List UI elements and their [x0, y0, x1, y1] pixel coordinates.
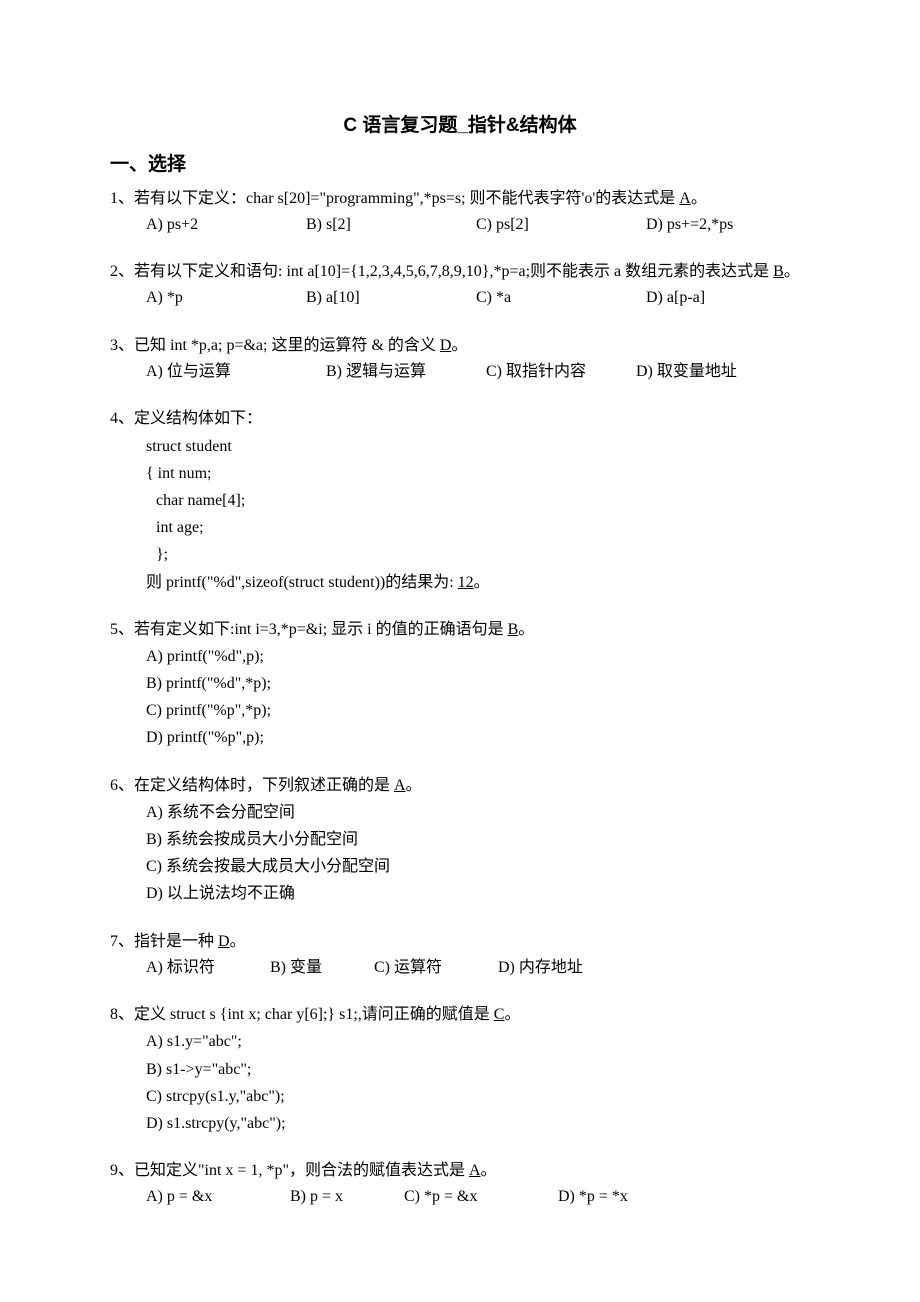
q5-opt-a: A) printf("%d",p);	[146, 643, 810, 670]
question-8: 8、定义 struct s {int x; char y[6];} s1;,请问…	[110, 1001, 810, 1137]
q5-post: 。	[518, 621, 534, 638]
q3-options: A) 位与运算 B) 逻辑与运算 C) 取指针内容 D) 取变量地址	[110, 359, 810, 385]
q1-opt-a: A) ps+2	[146, 212, 306, 238]
q4-c4: int age;	[146, 514, 810, 541]
q7-prompt: 7、指针是一种	[110, 933, 218, 950]
q4-c2: { int num;	[146, 460, 810, 487]
q4-result-post: 。	[474, 574, 490, 591]
q4-answer: 12	[458, 574, 474, 591]
question-7: 7、指针是一种 D。 A) 标识符 B) 变量 C) 运算符 D) 内存地址	[110, 928, 810, 982]
q7-post: 。	[230, 933, 246, 950]
q2-post: 。	[784, 263, 800, 280]
q5-options: A) printf("%d",p); B) printf("%d",*p); C…	[110, 643, 810, 752]
q4-c3: char name[4];	[146, 487, 810, 514]
q7-opt-b: B) 变量	[270, 955, 370, 981]
question-9: 9、已知定义"int x = 1, *p"，则合法的赋值表达式是 A。 A) p…	[110, 1157, 810, 1211]
q1-opt-d: D) ps+=2,*ps	[646, 212, 733, 238]
q6-options: A) 系统不会分配空间 B) 系统会按成员大小分配空间 C) 系统会按最大成员大…	[110, 799, 810, 908]
q5-opt-b: B) printf("%d",*p);	[146, 670, 810, 697]
q6-opt-d: D) 以上说法均不正确	[146, 880, 810, 907]
q4-result-pre: 则 printf("%d",sizeof(struct student))的结果…	[146, 574, 458, 591]
q9-answer: A	[469, 1162, 481, 1179]
q2-opt-d: D) a[p-a]	[646, 285, 705, 311]
question-2: 2、若有以下定义和语句: int a[10]={1,2,3,4,5,6,7,8,…	[110, 258, 810, 312]
q1-options: A) ps+2 B) s[2] C) ps[2] D) ps+=2,*ps	[110, 212, 810, 238]
q1-opt-c: C) ps[2]	[476, 212, 646, 238]
q9-opt-b: B) p = x	[290, 1184, 400, 1210]
question-1: 1、若有以下定义：char s[20]="programming",*ps=s;…	[110, 185, 810, 239]
q3-opt-b: B) 逻辑与运算	[326, 359, 486, 385]
q6-opt-b: B) 系统会按成员大小分配空间	[146, 826, 810, 853]
q1-prompt: 1、若有以下定义：char s[20]="programming",*ps=s;…	[110, 190, 679, 207]
q1-answer: A	[679, 190, 691, 207]
q8-opt-b: B) s1->y="abc";	[146, 1056, 810, 1083]
q6-answer: A	[394, 777, 406, 794]
q8-opt-d: D) s1.strcpy(y,"abc");	[146, 1110, 810, 1137]
q5-prompt: 5、若有定义如下:int i=3,*p=&i; 显示 i 的值的正确语句是	[110, 621, 508, 638]
q8-options: A) s1.y="abc"; B) s1->y="abc"; C) strcpy…	[110, 1028, 810, 1137]
question-3: 3、已知 int *p,a; p=&a; 这里的运算符 & 的含义 D。 A) …	[110, 332, 810, 386]
q4-prompt: 4、定义结构体如下：	[110, 405, 810, 432]
question-4: 4、定义结构体如下： struct student { int num; cha…	[110, 405, 810, 595]
q3-prompt: 3、已知 int *p,a; p=&a; 这里的运算符 & 的含义	[110, 337, 440, 354]
q7-opt-c: C) 运算符	[374, 955, 494, 981]
q2-opt-b: B) a[10]	[306, 285, 476, 311]
q7-opt-a: A) 标识符	[146, 955, 266, 981]
q8-post: 。	[504, 1006, 520, 1023]
page-title: C 语言复习题_指针&结构体	[110, 110, 810, 141]
q2-opt-c: C) *a	[476, 285, 646, 311]
q6-opt-c: C) 系统会按最大成员大小分配空间	[146, 853, 810, 880]
q6-prompt: 6、在定义结构体时，下列叙述正确的是	[110, 777, 394, 794]
q6-post: 。	[406, 777, 422, 794]
q6-opt-a: A) 系统不会分配空间	[146, 799, 810, 826]
q4-c5: };	[146, 541, 810, 568]
q5-opt-c: C) printf("%p",*p);	[146, 697, 810, 724]
q7-opt-d: D) 内存地址	[498, 959, 583, 976]
q9-prompt: 9、已知定义"int x = 1, *p"，则合法的赋值表达式是	[110, 1162, 469, 1179]
q8-answer: C	[494, 1006, 505, 1023]
q2-answer: B	[773, 263, 784, 280]
question-5: 5、若有定义如下:int i=3,*p=&i; 显示 i 的值的正确语句是 B。…	[110, 616, 810, 752]
q9-post: 。	[481, 1162, 497, 1179]
q3-opt-a: A) 位与运算	[146, 359, 326, 385]
q3-opt-c: C) 取指针内容	[486, 359, 636, 385]
q9-opt-d: D) *p = *x	[558, 1188, 628, 1205]
q9-options: A) p = &x B) p = x C) *p = &x D) *p = *x	[110, 1184, 810, 1210]
q1-post: 。	[691, 190, 707, 207]
q4-c1: struct student	[146, 433, 810, 460]
q2-prompt: 2、若有以下定义和语句: int a[10]={1,2,3,4,5,6,7,8,…	[110, 263, 773, 280]
q7-options: A) 标识符 B) 变量 C) 运算符 D) 内存地址	[110, 955, 810, 981]
q1-opt-b: B) s[2]	[306, 212, 476, 238]
q5-answer: B	[508, 621, 519, 638]
q3-post: 。	[451, 337, 467, 354]
section-heading: 一、选择	[110, 149, 810, 180]
q8-opt-c: C) strcpy(s1.y,"abc");	[146, 1083, 810, 1110]
q4-code: struct student { int num; char name[4]; …	[110, 433, 810, 596]
q8-prompt: 8、定义 struct s {int x; char y[6];} s1;,请问…	[110, 1006, 494, 1023]
q9-opt-a: A) p = &x	[146, 1184, 286, 1210]
q9-opt-c: C) *p = &x	[404, 1184, 554, 1210]
q2-opt-a: A) *p	[146, 285, 306, 311]
q8-opt-a: A) s1.y="abc";	[146, 1028, 810, 1055]
question-6: 6、在定义结构体时，下列叙述正确的是 A。 A) 系统不会分配空间 B) 系统会…	[110, 772, 810, 908]
q3-answer: D	[440, 337, 452, 354]
q2-options: A) *p B) a[10] C) *a D) a[p-a]	[110, 285, 810, 311]
q5-opt-d: D) printf("%p",p);	[146, 724, 810, 751]
q3-opt-d: D) 取变量地址	[636, 359, 737, 385]
q7-answer: D	[218, 933, 230, 950]
